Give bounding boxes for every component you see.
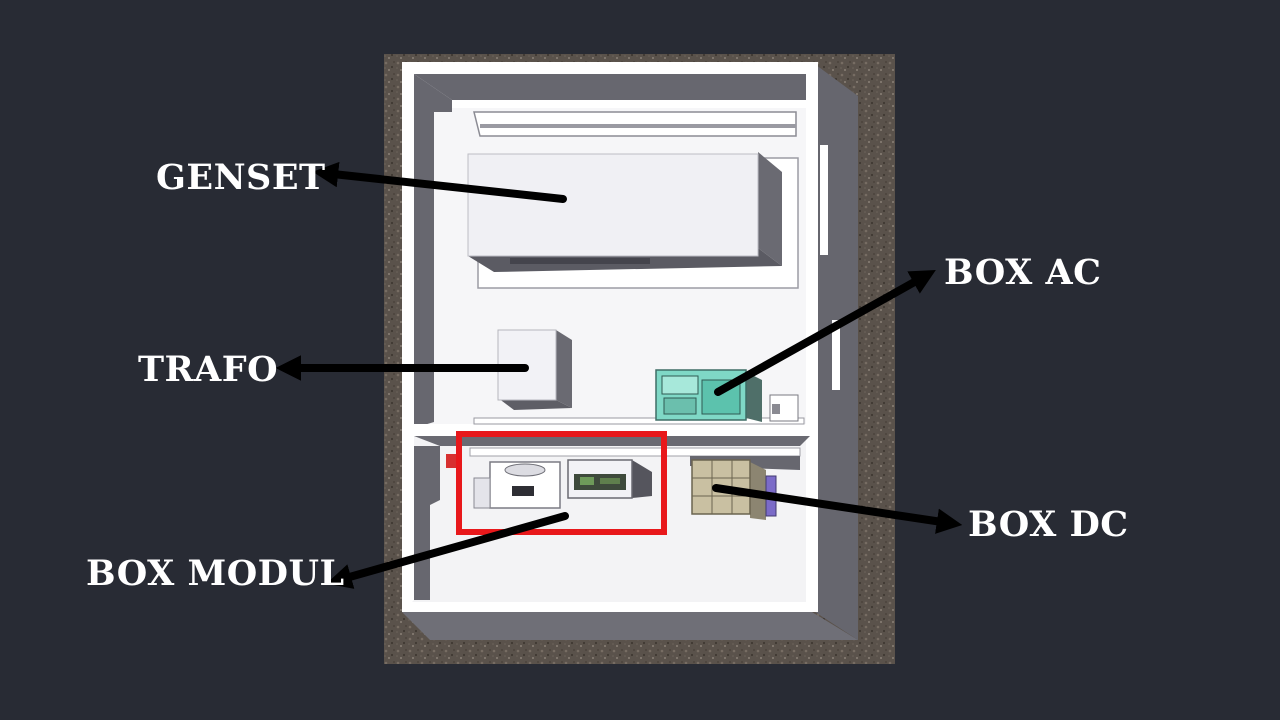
box-ac-label: BOX AC bbox=[944, 252, 1102, 293]
trafo-label: TRAFO bbox=[138, 349, 279, 390]
genset-body-side bbox=[758, 152, 782, 266]
top-wall-inner bbox=[414, 74, 806, 100]
box-dc-label: BOX DC bbox=[968, 504, 1129, 545]
genset-label: GENSET bbox=[156, 157, 326, 198]
bottom-wall-top bbox=[402, 602, 814, 612]
red-connector bbox=[446, 454, 456, 468]
trafo-side bbox=[556, 330, 572, 408]
right-wall-vent-1 bbox=[820, 145, 828, 255]
genset-body-top bbox=[467, 153, 759, 257]
box-modul-label: BOX MODUL bbox=[86, 553, 345, 594]
bottom-wall-side bbox=[402, 612, 858, 640]
diagram-canvas: GENSET TRAFO BOX MODUL BOX AC BOX DC bbox=[0, 0, 1280, 720]
